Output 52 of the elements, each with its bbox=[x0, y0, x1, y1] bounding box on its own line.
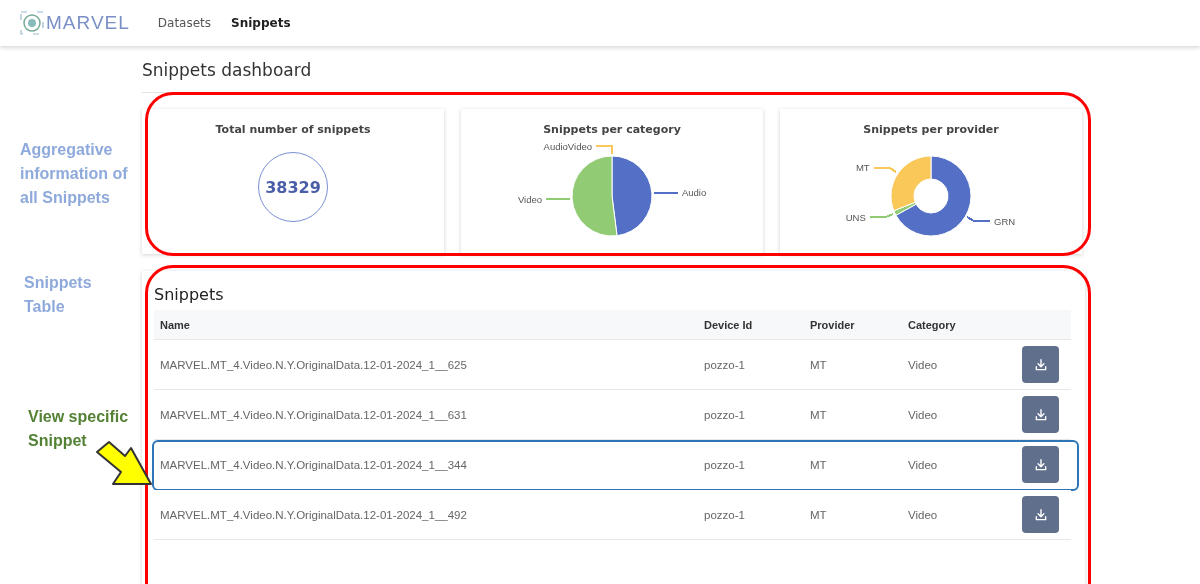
nav-link[interactable]: Snippets bbox=[231, 16, 291, 30]
column-header: Category bbox=[908, 318, 957, 331]
page-title: Snippets dashboard bbox=[142, 60, 842, 93]
table-cell-text: MT bbox=[810, 408, 828, 421]
table-cell-text: MARVEL.MT_4.Video.N.Y.OriginalData.12-01-2024_1__625 bbox=[160, 358, 468, 371]
download-button[interactable] bbox=[1022, 396, 1059, 433]
download-icon bbox=[1033, 507, 1048, 522]
nav-link[interactable]: Datasets bbox=[157, 16, 212, 30]
slice-label: MT bbox=[855, 162, 870, 174]
leader-line bbox=[869, 213, 894, 218]
annotation-label: View specific Snippet bbox=[28, 407, 130, 451]
leader-line bbox=[966, 216, 991, 222]
table-cell-text: Video bbox=[908, 508, 939, 521]
logo-text: MARVEL bbox=[46, 12, 130, 34]
download-icon bbox=[1033, 457, 1048, 472]
download-button[interactable] bbox=[1022, 496, 1059, 533]
table-cell-text: pozzo-1 bbox=[704, 358, 746, 371]
column-header: Provider bbox=[810, 318, 856, 331]
card-title: Snippets per provider bbox=[863, 123, 999, 136]
annotation-label: Aggregative information of all Snippets bbox=[20, 140, 129, 208]
column-header: Name bbox=[160, 318, 191, 331]
table-cell-text: MT bbox=[810, 458, 828, 471]
table-cell-text: MARVEL.MT_4.Video.N.Y.OriginalData.12-01-2024_1__631 bbox=[160, 408, 468, 421]
download-icon bbox=[1033, 407, 1048, 422]
table-cell-text: MARVEL.MT_4.Video.N.Y.OriginalData.12-01-2024_1__344 bbox=[160, 458, 468, 471]
download-icon bbox=[1033, 357, 1048, 372]
leader-line bbox=[873, 167, 897, 173]
table-cell-text: pozzo-1 bbox=[704, 508, 746, 521]
column-header: Device Id bbox=[704, 318, 754, 331]
table-cell-text: MT bbox=[810, 508, 828, 521]
logo-icon bbox=[20, 11, 44, 35]
table-cell-text: Video bbox=[908, 408, 939, 421]
table-cell-text: Video bbox=[908, 458, 939, 471]
card-title: Total number of snippets bbox=[215, 123, 371, 136]
slice-label: Audio bbox=[681, 187, 707, 199]
leader-line bbox=[545, 198, 571, 200]
table-cell-text: pozzo-1 bbox=[704, 458, 746, 471]
table-cell-text: MARVEL.MT_4.Video.N.Y.OriginalData.12-01-2024_1__492 bbox=[160, 508, 468, 521]
table-cell-text: pozzo-1 bbox=[704, 408, 746, 421]
slice-label: GRN bbox=[994, 215, 1016, 227]
slice-label: AudioVideo bbox=[543, 140, 592, 152]
table-title: Snippets bbox=[154, 285, 225, 304]
card-title: Snippets per category bbox=[543, 123, 681, 136]
arrow-icon bbox=[95, 440, 153, 488]
table-cell-text: MT bbox=[810, 358, 828, 371]
table-cell-text: Video bbox=[908, 358, 939, 371]
annotation-label: Snippets Table bbox=[24, 273, 93, 317]
download-button[interactable] bbox=[1022, 446, 1059, 483]
slice-label: Video bbox=[517, 193, 543, 205]
slice-label: UNS bbox=[845, 211, 866, 223]
download-button[interactable] bbox=[1022, 346, 1059, 383]
leader-line bbox=[653, 192, 679, 194]
